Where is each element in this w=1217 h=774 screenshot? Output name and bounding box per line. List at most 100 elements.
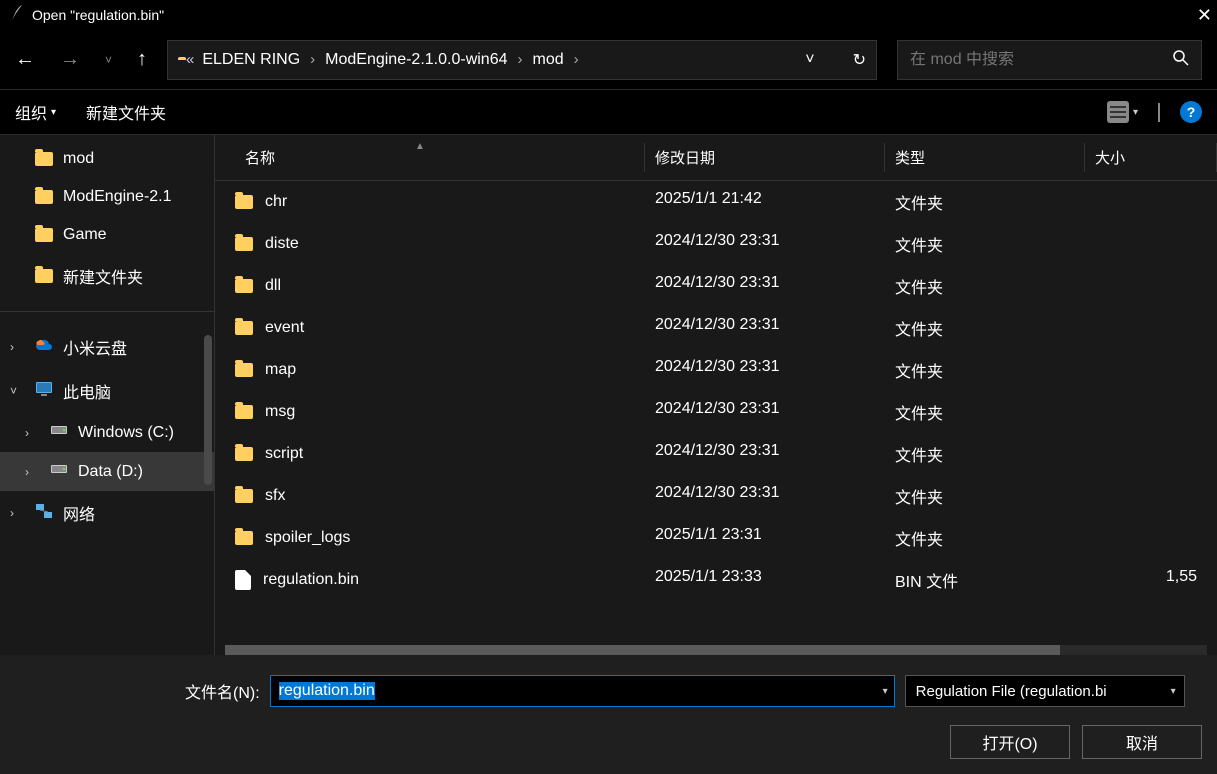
search-box[interactable] xyxy=(897,40,1202,80)
nav-arrows: ← → ˅ ↑ xyxy=(15,48,147,71)
filename-input[interactable] xyxy=(271,682,894,700)
expand-icon[interactable]: ˅ xyxy=(10,384,17,398)
close-icon[interactable]: ✕ xyxy=(1197,5,1212,26)
new-folder-button[interactable]: 新建文件夹 xyxy=(86,100,166,124)
breadcrumb-segment[interactable]: ELDEN RING xyxy=(202,51,300,69)
cancel-button[interactable]: 取消 xyxy=(1082,725,1202,759)
help-button[interactable]: ? xyxy=(1180,101,1202,123)
sidebar-item-label: Data (D:) xyxy=(78,463,143,481)
search-icon[interactable] xyxy=(1173,50,1189,70)
folder-icon xyxy=(35,228,53,242)
recent-dropdown-icon[interactable]: ˅ xyxy=(105,53,112,67)
address-bar[interactable]: « ELDEN RING › ModEngine-2.1.0.0-win64 ›… xyxy=(167,40,877,80)
breadcrumb-overflow[interactable]: « xyxy=(186,51,194,68)
column-type[interactable]: 类型 xyxy=(885,143,1085,172)
expand-icon[interactable]: › xyxy=(10,340,14,354)
chevron-right-icon[interactable]: › xyxy=(518,51,523,68)
folder-icon xyxy=(235,363,253,377)
sidebar: modModEngine-2.1Game 新建文件夹 ›小米云盘˅此电脑 › Wind… xyxy=(0,135,215,655)
file-row[interactable]: sfx 2024/12/30 23:31 文件夹 xyxy=(215,475,1217,517)
file-type: 文件夹 xyxy=(885,232,1085,256)
folder-icon xyxy=(235,405,253,419)
address-dropdown-icon[interactable]: ˅ xyxy=(805,51,814,69)
file-size: 1,55 xyxy=(1085,568,1217,592)
file-name: sfx xyxy=(265,487,285,505)
sidebar-location-item[interactable]: › Data (D:) xyxy=(0,452,214,491)
file-row[interactable]: msg 2024/12/30 23:31 文件夹 xyxy=(215,391,1217,433)
titlebar: Open "regulation.bin" ✕ xyxy=(0,0,1217,30)
main-area: modModEngine-2.1Game 新建文件夹 ›小米云盘˅此电脑 › Wind… xyxy=(0,135,1217,655)
organize-menu[interactable]: 组织 ▾ xyxy=(15,100,56,124)
file-type-filter[interactable]: Regulation File (regulation.bi ▾ xyxy=(905,675,1185,707)
toolbar: 组织 ▾ 新建文件夹 ▾ ? xyxy=(0,90,1217,135)
file-date: 2024/12/30 23:31 xyxy=(645,274,885,298)
file-date: 2024/12/30 23:31 xyxy=(645,232,885,256)
open-button[interactable]: 打开(O) xyxy=(950,725,1070,759)
chevron-right-icon[interactable]: › xyxy=(310,51,315,68)
up-button[interactable]: ↑ xyxy=(137,48,147,71)
file-type: 文件夹 xyxy=(885,358,1085,382)
breadcrumb-segment[interactable]: ModEngine-2.1.0.0-win64 xyxy=(325,51,507,69)
sort-indicator-icon: ▲ xyxy=(415,141,425,152)
column-headers: ▲ 名称 修改日期 类型 大小 xyxy=(215,135,1217,181)
disk-icon xyxy=(50,423,68,442)
search-input[interactable] xyxy=(910,51,1173,69)
folder-icon xyxy=(235,279,253,293)
app-icon xyxy=(10,4,24,26)
column-name[interactable]: ▲ 名称 xyxy=(215,143,645,172)
file-row[interactable]: chr 2025/1/1 21:42 文件夹 xyxy=(215,181,1217,223)
refresh-button[interactable]: ↻ xyxy=(853,50,866,70)
navigation-bar: ← → ˅ ↑ « ELDEN RING › ModEngine-2.1.0.0… xyxy=(0,30,1217,90)
horizontal-scrollbar[interactable] xyxy=(225,645,1207,655)
file-row[interactable]: dll 2024/12/30 23:31 文件夹 xyxy=(215,265,1217,307)
sidebar-folder-item[interactable]: ModEngine-2.1 xyxy=(0,178,214,216)
file-name: diste xyxy=(265,235,299,253)
expand-icon[interactable]: › xyxy=(25,426,29,440)
file-row[interactable]: regulation.bin 2025/1/1 23:33 BIN 文件 1,5… xyxy=(215,559,1217,601)
sidebar-location-item[interactable]: › Windows (C:) xyxy=(0,413,214,452)
column-size[interactable]: 大小 xyxy=(1085,143,1217,172)
folder-icon xyxy=(235,321,253,335)
folder-icon xyxy=(35,190,53,204)
expand-icon[interactable]: › xyxy=(25,465,29,479)
file-size xyxy=(1085,274,1217,298)
preview-pane-button[interactable] xyxy=(1158,104,1160,121)
column-date[interactable]: 修改日期 xyxy=(645,143,885,172)
file-name: dll xyxy=(265,277,281,295)
file-row[interactable]: diste 2024/12/30 23:31 文件夹 xyxy=(215,223,1217,265)
file-date: 2025/1/1 21:42 xyxy=(645,190,885,214)
view-options-button[interactable]: ▾ xyxy=(1107,101,1138,123)
sidebar-folder-item[interactable]: Game xyxy=(0,216,214,254)
filename-input-wrap[interactable]: ▾ xyxy=(270,675,895,707)
chevron-right-icon[interactable]: › xyxy=(574,51,579,68)
file-date: 2025/1/1 23:33 xyxy=(645,568,885,592)
file-size xyxy=(1085,526,1217,550)
sidebar-folder-item[interactable]: mod xyxy=(0,140,214,178)
file-type: 文件夹 xyxy=(885,400,1085,424)
sidebar-folder-item[interactable]: 新建文件夹 xyxy=(0,254,214,298)
file-name: chr xyxy=(265,193,287,211)
file-date: 2024/12/30 23:31 xyxy=(645,442,885,466)
sidebar-scrollbar[interactable] xyxy=(204,335,212,485)
forward-button[interactable]: → xyxy=(60,48,80,71)
chevron-down-icon: ▾ xyxy=(1171,686,1176,697)
back-button[interactable]: ← xyxy=(15,48,35,71)
file-size xyxy=(1085,190,1217,214)
file-row[interactable]: map 2024/12/30 23:31 文件夹 xyxy=(215,349,1217,391)
filename-dropdown-icon[interactable]: ▾ xyxy=(883,686,888,697)
sidebar-item-label: Windows (C:) xyxy=(78,424,174,442)
file-type: BIN 文件 xyxy=(885,568,1085,592)
file-row[interactable]: spoiler_logs 2025/1/1 23:31 文件夹 xyxy=(215,517,1217,559)
breadcrumb-segment[interactable]: mod xyxy=(533,51,564,69)
sidebar-item-label: 新建文件夹 xyxy=(63,264,143,288)
sidebar-location-item[interactable]: ›小米云盘 xyxy=(0,325,214,369)
file-type: 文件夹 xyxy=(885,526,1085,550)
sidebar-location-item[interactable]: ›网络 xyxy=(0,491,214,535)
file-size xyxy=(1085,358,1217,382)
file-size xyxy=(1085,484,1217,508)
expand-icon[interactable]: › xyxy=(10,506,14,520)
file-row[interactable]: event 2024/12/30 23:31 文件夹 xyxy=(215,307,1217,349)
sidebar-location-item[interactable]: ˅此电脑 xyxy=(0,369,214,413)
cloud-icon xyxy=(35,338,53,357)
file-row[interactable]: script 2024/12/30 23:31 文件夹 xyxy=(215,433,1217,475)
